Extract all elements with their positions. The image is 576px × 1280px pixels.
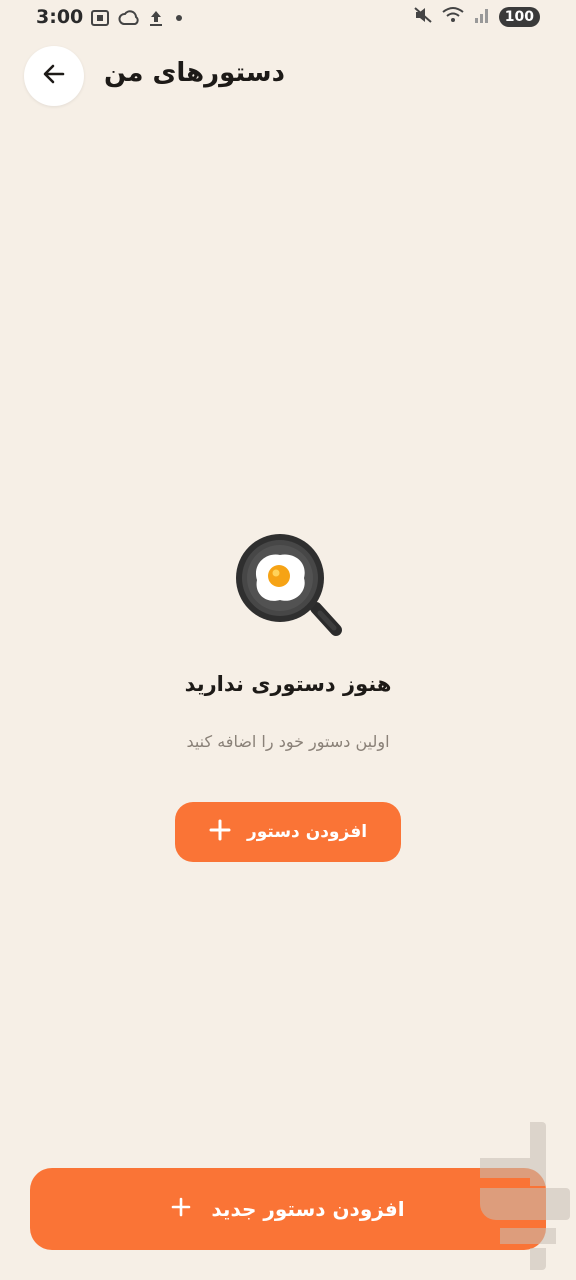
status-right-icons: 100 [413, 6, 540, 28]
back-button[interactable] [24, 46, 84, 106]
battery-badge: 100 [498, 7, 540, 27]
frying-pan-egg-search-icon [230, 530, 350, 650]
status-bar: 3:00 100 [0, 0, 576, 38]
add-recipe-label: افزودن دستور [246, 822, 368, 842]
add-new-recipe-button[interactable]: افزودن دستور جدید [30, 1168, 546, 1250]
plus-icon [171, 1197, 191, 1222]
dot-icon [172, 9, 186, 31]
status-time: 3:00 [36, 6, 84, 28]
add-new-recipe-label: افزودن دستور جدید [211, 1197, 405, 1221]
add-recipe-button[interactable]: افزودن دستور [175, 802, 401, 862]
upload-icon [148, 9, 164, 31]
plus-icon [209, 819, 231, 846]
screen: 3:00 100 دستورهای من هنوز دستوری ندارید … [0, 0, 576, 1280]
app-store-logo-icon [470, 1118, 570, 1270]
screenshot-icon [90, 9, 110, 31]
wifi-icon [441, 6, 465, 28]
empty-state-subtitle: اولین دستور خود را اضافه کنید [186, 732, 390, 751]
status-left-icons [90, 9, 186, 31]
mute-icon [413, 6, 433, 28]
empty-state-title: هنوز دستوری ندارید [184, 672, 392, 696]
arrow-left-icon [41, 61, 67, 91]
signal-icon [473, 6, 491, 28]
cloud-icon [118, 9, 140, 31]
page-title: دستورهای من [104, 58, 285, 88]
